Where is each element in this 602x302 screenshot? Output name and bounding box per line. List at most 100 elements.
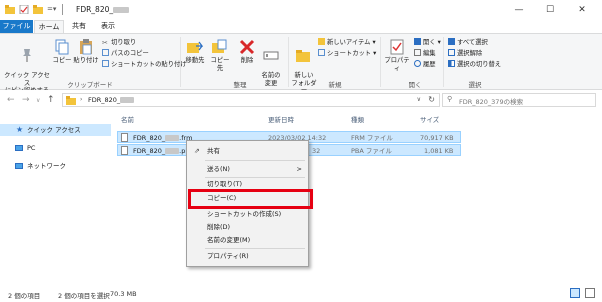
select-none-button[interactable]: 選択解除	[448, 49, 482, 58]
copy-path-button[interactable]: パスのコピー	[102, 49, 149, 58]
cut-button[interactable]: ✂ 切り取り	[102, 38, 136, 47]
new-folder-quick-icon[interactable]	[33, 5, 43, 14]
rename-icon	[263, 47, 279, 63]
properties-quick-icon[interactable]	[19, 4, 29, 15]
select-all-button[interactable]: すべて選択	[448, 38, 488, 47]
network-icon	[15, 163, 23, 169]
ribbon: クイック アクセス にピン留めする コピー 貼り付け ✂切り取り パスのコピー …	[0, 33, 602, 94]
select-all-icon	[448, 38, 455, 45]
menu-item-properties[interactable]: プロパティ(R)	[187, 251, 308, 262]
move-to-button[interactable]: 移動先	[184, 39, 206, 65]
shortcut-label: ショートカット ▾	[327, 50, 377, 57]
open-button[interactable]: 開く ▾	[414, 38, 441, 47]
paste-label: 貼り付け	[73, 57, 99, 64]
edit-label: 編集	[423, 50, 436, 57]
nav-item-pc[interactable]: PC	[0, 142, 111, 154]
window-title: FDR_820_	[76, 5, 130, 14]
address-dropdown-icon[interactable]: ∨	[417, 96, 421, 103]
ribbon-separator	[180, 37, 181, 87]
move-to-icon	[187, 39, 204, 55]
copy-to-button[interactable]: コピー先	[208, 39, 232, 72]
column-type[interactable]: 種類	[351, 114, 364, 124]
menu-separator	[205, 248, 305, 249]
copy-icon	[54, 39, 70, 55]
close-button[interactable]: ✕	[568, 3, 596, 17]
large-icons-view-icon[interactable]	[585, 288, 595, 298]
nav-item-quick-access[interactable]: ★ クイック アクセス	[0, 124, 111, 136]
menu-item-create-shortcut[interactable]: ショートカットの作成(S)	[187, 209, 308, 220]
history-icon	[414, 60, 421, 67]
menu-item-share-label: 共有	[207, 147, 220, 155]
copy-path-icon	[102, 49, 109, 56]
breadcrumb-separator-icon: ›	[80, 96, 83, 103]
move-to-label: 移動先	[185, 57, 205, 64]
ribbon-separator	[288, 37, 289, 87]
navigation-pane: ★ クイック アクセス PC ネットワーク	[0, 111, 111, 285]
title-divider	[62, 4, 63, 15]
submenu-arrow-icon: >	[296, 165, 302, 173]
delete-button[interactable]: 削除	[236, 39, 258, 65]
copy-label: コピー	[52, 57, 72, 64]
customize-quick-access-icon[interactable]: =▾	[47, 5, 57, 14]
menu-item-rename[interactable]: 名前の変更(M)	[187, 235, 308, 246]
ribbon-separator	[380, 37, 381, 87]
copy-path-label: パスのコピー	[111, 50, 149, 57]
delete-label: 削除	[240, 57, 254, 64]
pc-icon	[15, 145, 23, 151]
new-item-button[interactable]: 新しいアイテム ▾	[318, 38, 376, 47]
column-modified[interactable]: 更新日時	[268, 114, 294, 124]
tab-home[interactable]: ホーム	[34, 20, 64, 33]
new-item-icon	[318, 38, 325, 45]
history-button[interactable]: 履歴	[414, 60, 436, 69]
file-size: 1,081 KB	[424, 147, 454, 155]
copy-to-label: コピー先	[210, 57, 230, 72]
search-box[interactable]: ⚲ FDR_820_379の検索	[442, 93, 596, 107]
edit-icon	[414, 49, 421, 56]
select-all-label: すべて選択	[457, 39, 488, 46]
refresh-icon[interactable]: ↻	[428, 95, 435, 104]
menu-item-send-to[interactable]: 送る(N) >	[187, 164, 308, 175]
folder-icon	[5, 5, 15, 14]
maximize-button[interactable]: ☐	[536, 3, 564, 17]
rename-button[interactable]: 名前の 変更	[258, 39, 284, 87]
column-size[interactable]: サイズ	[420, 114, 439, 124]
tab-view[interactable]: 表示	[95, 20, 121, 33]
recent-locations-chevron-icon[interactable]: ∨	[36, 97, 40, 104]
paste-shortcut-button[interactable]: ショートカットの貼り付け	[102, 60, 187, 69]
clipboard-icon	[78, 39, 94, 55]
pin-quick-access-button[interactable]: クイック アクセス にピン留めする	[4, 39, 50, 95]
menu-separator	[205, 177, 305, 178]
copy-button[interactable]: コピー	[52, 39, 72, 65]
file-name: FDR_820_ .frm	[133, 134, 193, 142]
tab-share[interactable]: 共有	[66, 20, 92, 33]
cut-label: 切り取り	[111, 39, 137, 46]
column-name[interactable]: 名前	[121, 114, 134, 124]
properties-label: プロパティ	[384, 57, 410, 72]
file-type: FRM ファイル	[351, 134, 393, 142]
invert-selection-button[interactable]: 選択の切り替え	[448, 60, 501, 69]
details-view-icon[interactable]	[570, 288, 580, 298]
invert-selection-icon	[448, 60, 455, 67]
folder-icon	[66, 96, 76, 107]
group-clipboard-label: クリップボード	[67, 81, 113, 89]
nav-item-network[interactable]: ネットワーク	[0, 160, 111, 172]
address-bar[interactable]: › FDR_820_ ∨ ↻	[62, 93, 440, 107]
nav-network-label: ネットワーク	[27, 162, 66, 170]
new-folder-button[interactable]: 新しい フォルダー	[290, 39, 318, 95]
status-bar: 2 個の項目 2 個の項目を選択 70.3 MB	[0, 285, 602, 302]
properties-button[interactable]: プロパティ	[382, 39, 412, 72]
new-folder-icon	[296, 47, 312, 63]
up-arrow-icon[interactable]: ↑	[47, 95, 55, 105]
menu-item-delete[interactable]: 削除(D)	[187, 222, 308, 233]
easy-access-button[interactable]: ショートカット ▾	[318, 49, 376, 58]
group-open-label: 開く	[408, 81, 422, 89]
menu-item-share[interactable]: ⇗ 共有	[187, 146, 308, 157]
paste-shortcut-label: ショートカットの貼り付け	[111, 61, 187, 68]
back-arrow-icon[interactable]: ←	[7, 95, 15, 105]
paste-button[interactable]: 貼り付け	[72, 39, 100, 65]
forward-arrow-icon[interactable]: →	[22, 95, 30, 105]
search-placeholder: FDR_820_379の検索	[459, 98, 524, 106]
tab-file[interactable]: ファイル	[0, 20, 33, 33]
minimize-button[interactable]: —	[505, 3, 533, 17]
edit-button[interactable]: 編集	[414, 49, 436, 58]
